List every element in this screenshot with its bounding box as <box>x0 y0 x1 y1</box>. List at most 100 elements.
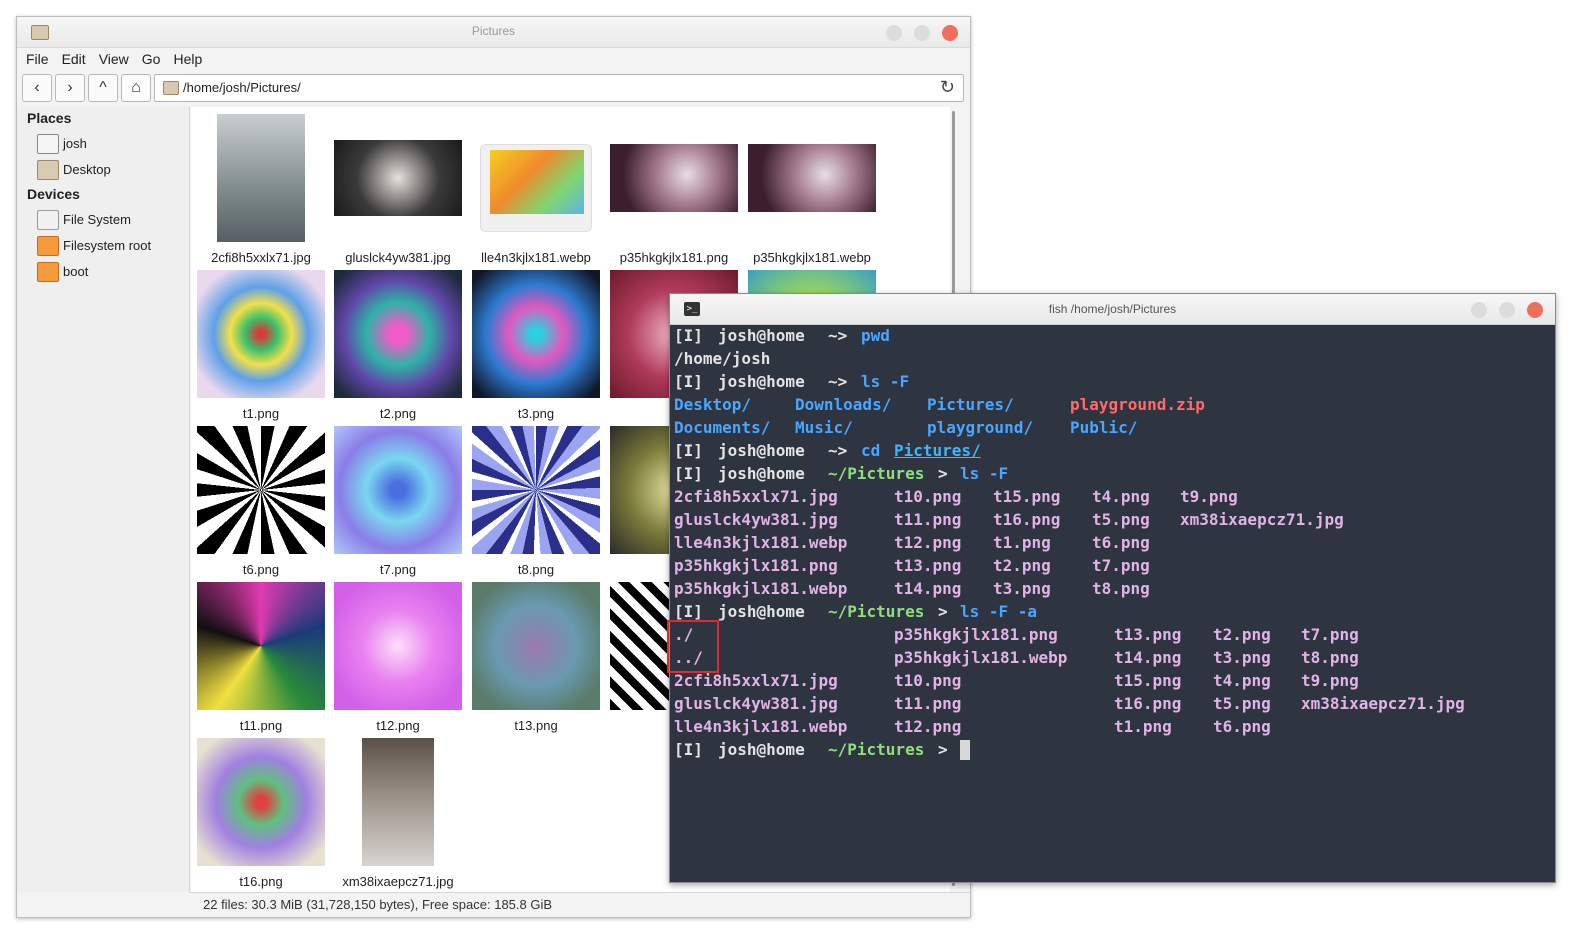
back-button[interactable]: ‹ <box>22 74 52 102</box>
terminal-token: ls -F <box>861 372 910 391</box>
file-name: t1.png <box>242 406 280 421</box>
reload-icon[interactable]: ↻ <box>940 77 955 98</box>
terminal-token: t8.png <box>1301 648 1359 667</box>
file-item[interactable]: t12.png <box>332 582 464 733</box>
file-name: 2cfi8h5xxlx71.jpg <box>211 250 311 265</box>
image-thumbnail <box>748 144 876 212</box>
home-icon: ⌂ <box>131 79 141 96</box>
file-item[interactable]: t1.png <box>195 270 327 421</box>
sidebar-item-label: boot <box>63 264 89 279</box>
sidebar-item-label: josh <box>63 136 87 151</box>
terminal-token: ~/Pictures <box>828 464 925 483</box>
terminal-token: Documents/ <box>674 418 771 437</box>
file-item[interactable]: p35hkgkjlx181.png <box>608 114 740 265</box>
forward-button[interactable]: › <box>55 74 85 102</box>
terminal-token: t9.png <box>1301 671 1359 690</box>
terminal-token: [I] <box>674 441 713 460</box>
menu-view[interactable]: View <box>99 48 129 70</box>
terminal-token: josh@home <box>718 326 815 345</box>
terminal-output[interactable]: [I] josh@home ~> pwd/home/josh [I] josh@h… <box>674 324 1553 878</box>
terminal-token: ls -F <box>960 464 1009 483</box>
terminal-token: t6.png <box>1213 717 1271 736</box>
terminal-token: t7.png <box>1092 556 1150 575</box>
file-item[interactable]: t3.png <box>470 270 602 421</box>
image-thumbnail <box>217 114 305 242</box>
close-button[interactable] <box>1527 302 1543 318</box>
sidebar-item-label: Filesystem root <box>63 238 152 253</box>
file-item[interactable]: xm38ixaepcz71.jpg <box>332 738 464 889</box>
terminal-token: t16.png <box>1114 694 1182 713</box>
image-thumbnail <box>197 582 325 710</box>
image-thumbnail <box>472 582 600 710</box>
terminal-token: t9.png <box>1180 487 1238 506</box>
file-name: t13.png <box>514 718 558 733</box>
terminal-token: t2.png <box>993 556 1051 575</box>
path-bar[interactable]: /home/josh/Pictures/ ↻ <box>154 74 964 102</box>
file-name: t11.png <box>239 718 283 733</box>
file-item[interactable]: lle4n3kjlx181.webp <box>470 114 602 265</box>
terminal-window: >_ fish /home/josh/Pictures [I] josh@hom… <box>669 293 1556 883</box>
file-item[interactable]: t7.png <box>332 426 464 577</box>
file-item[interactable]: 2cfi8h5xxlx71.jpg <box>195 114 327 265</box>
file-item[interactable]: t2.png <box>332 270 464 421</box>
terminal-token: t3.png <box>993 579 1051 598</box>
file-name: t6.png <box>242 562 280 577</box>
file-item[interactable]: t11.png <box>195 582 327 733</box>
terminal-token: Pictures/ <box>894 441 981 460</box>
terminal-token: t12.png <box>894 533 962 552</box>
image-thumbnail <box>472 270 600 398</box>
file-manager-titlebar[interactable]: Pictures <box>17 17 970 48</box>
terminal-token: [I] <box>674 326 713 345</box>
maximize-button[interactable] <box>1499 302 1515 318</box>
file-item[interactable]: t16.png <box>195 738 327 889</box>
terminal-token: t1.png <box>1114 717 1172 736</box>
close-button[interactable] <box>942 25 958 41</box>
terminal-token: t6.png <box>1092 533 1150 552</box>
drive-icon <box>37 262 59 282</box>
sidebar-item-label: Desktop <box>63 162 111 177</box>
file-item[interactable]: t6.png <box>195 426 327 577</box>
up-button[interactable]: ^ <box>88 74 118 102</box>
menu-help[interactable]: Help <box>173 48 202 70</box>
terminal-token: ~> <box>828 441 857 460</box>
file-name: t7.png <box>379 562 417 577</box>
menu-go[interactable]: Go <box>142 48 161 70</box>
terminal-token: xm38ixaepcz71.jpg <box>1180 510 1344 529</box>
terminal-token: > <box>938 464 958 483</box>
maximize-button[interactable] <box>914 25 930 41</box>
file-item[interactable]: gluslck4yw381.jpg <box>332 114 464 265</box>
terminal-token: p35hkgkjlx181.webp <box>894 648 1068 667</box>
terminal-token: ls -F -a <box>960 602 1038 621</box>
terminal-token: Downloads/ <box>795 395 892 414</box>
chevron-right-icon: › <box>67 79 73 96</box>
terminal-cursor <box>960 740 970 760</box>
terminal-token: t11.png <box>894 694 962 713</box>
terminal-title: fish /home/josh/Pictures <box>1048 302 1177 316</box>
minimize-button[interactable] <box>1471 302 1487 318</box>
minimize-button[interactable] <box>886 25 902 41</box>
terminal-token: josh@home <box>718 372 815 391</box>
terminal-titlebar[interactable]: >_ fish /home/josh/Pictures <box>670 294 1555 325</box>
menu-edit[interactable]: Edit <box>62 48 86 70</box>
image-thumbnail <box>610 144 738 212</box>
terminal-token: lle4n3kjlx181.webp <box>674 533 848 552</box>
drive-icon <box>37 236 59 256</box>
home-button[interactable]: ⌂ <box>121 74 151 102</box>
file-item[interactable]: p35hkgkjlx181.webp <box>746 114 878 265</box>
image-thumbnail <box>334 426 462 554</box>
terminal-token: ~> <box>828 326 857 345</box>
path-text[interactable]: /home/josh/Pictures/ <box>183 80 301 95</box>
menubar: File Edit View Go Help <box>17 48 970 70</box>
image-thumbnail <box>197 426 325 554</box>
image-preview <box>490 150 584 214</box>
menu-file[interactable]: File <box>26 48 49 70</box>
terminal-token: t15.png <box>993 487 1061 506</box>
chevron-up-icon: ^ <box>99 79 107 96</box>
terminal-token: josh@home <box>718 464 815 483</box>
file-item[interactable]: t13.png <box>470 582 602 733</box>
file-item[interactable]: t8.png <box>470 426 602 577</box>
terminal-token: [I] <box>674 464 713 483</box>
terminal-token: [I] <box>674 372 713 391</box>
file-name: t16.png <box>239 874 283 889</box>
window-title: Pictures <box>471 24 516 38</box>
